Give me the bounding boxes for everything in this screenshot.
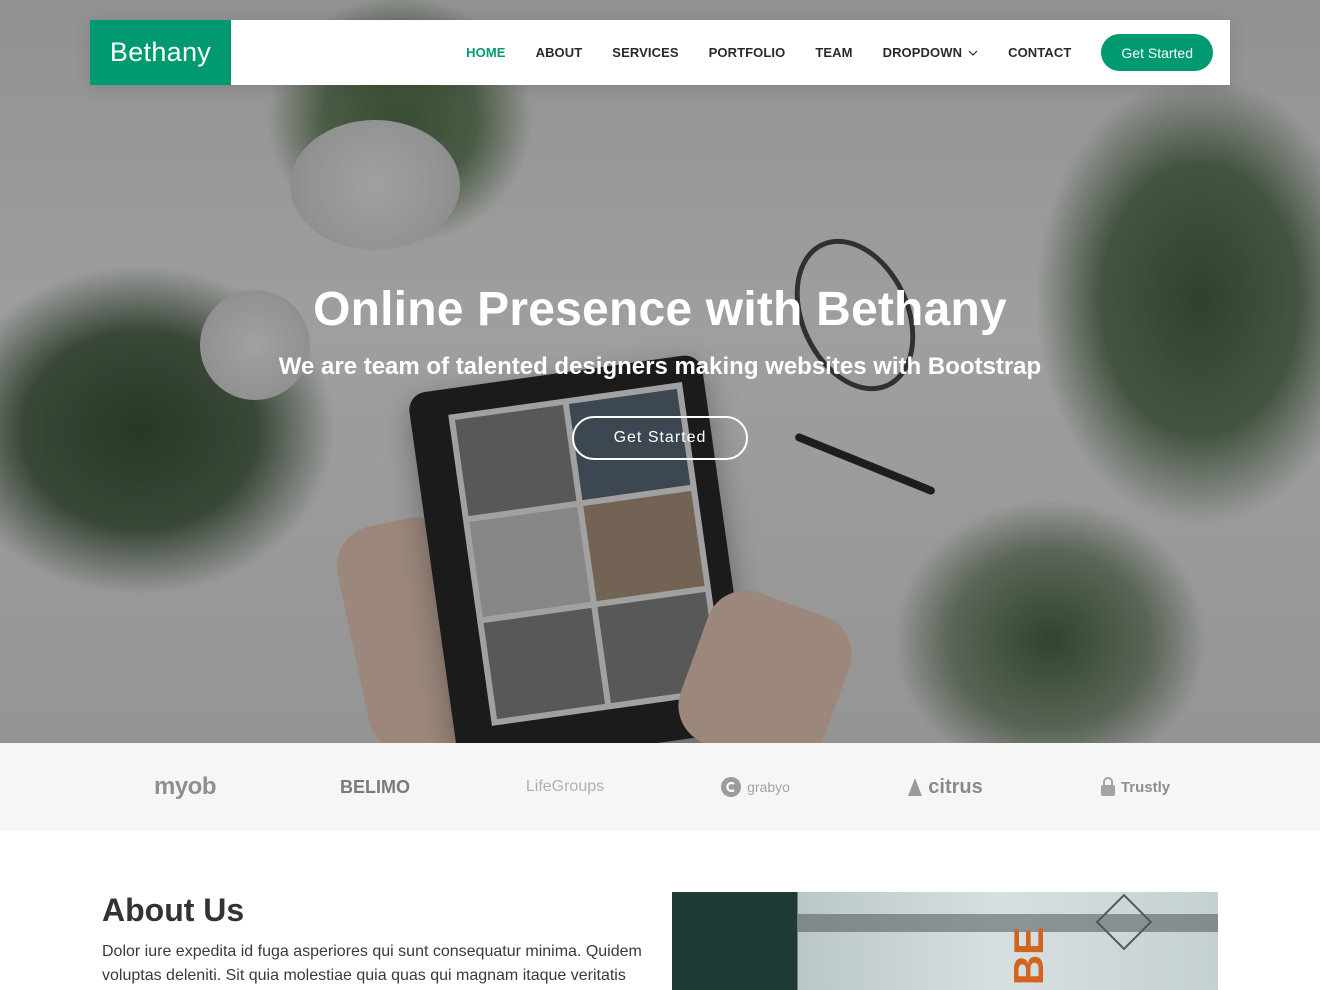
site-header: Bethany HOME ABOUT SERVICES PORTFOLIO TE…	[90, 20, 1230, 85]
about-image: BE	[672, 892, 1218, 990]
hero-subtitle: We are team of talented designers making…	[278, 353, 1042, 380]
about-text: Dolor iure expedita id fuga asperiores q…	[102, 943, 642, 984]
client-logo-lifegroups[interactable]: LifeGroups	[470, 762, 660, 812]
client-logo-text: BELIMO	[340, 776, 410, 797]
client-logo-text: citrus	[928, 775, 983, 798]
citrus-icon	[907, 776, 923, 798]
chevron-down-icon	[968, 50, 978, 56]
client-logo-belimo[interactable]: BELIMO	[280, 762, 470, 812]
lock-icon	[1100, 777, 1116, 797]
storefront-sign-graphic: BE	[1005, 926, 1053, 986]
nav-item-home[interactable]: HOME	[466, 45, 505, 60]
client-logo-grabyo[interactable]: grabyo	[660, 762, 850, 812]
header-get-started-button[interactable]: Get Started	[1101, 34, 1213, 71]
client-logo-text: Trustly	[1120, 778, 1171, 796]
pendant-lamp-image	[1095, 893, 1153, 951]
clients-section: myob BELIMO LifeGroups grabyo citrus Tru…	[0, 743, 1320, 831]
nav-item-about[interactable]: ABOUT	[536, 45, 583, 60]
nav-item-team[interactable]: TEAM	[815, 45, 852, 60]
client-logo-myob[interactable]: myob	[90, 762, 280, 812]
about-title: About Us	[102, 892, 245, 928]
hero-get-started-button[interactable]: Get Started	[572, 416, 748, 460]
grabyo-icon	[720, 776, 742, 798]
site-logo[interactable]: Bethany	[90, 20, 231, 85]
nav-item-contact[interactable]: CONTACT	[1008, 45, 1071, 60]
nav-item-dropdown[interactable]: DROPDOWN	[883, 45, 979, 60]
client-logo-text: myob	[153, 773, 217, 800]
client-logo-text: grabyo	[747, 779, 790, 795]
hero-title: Online Presence with Bethany	[313, 283, 1007, 336]
client-logo-trustly[interactable]: Trustly	[1040, 762, 1230, 812]
main-nav: HOME ABOUT SERVICES PORTFOLIO TEAM DROPD…	[451, 20, 1230, 85]
nav-item-services[interactable]: SERVICES	[612, 45, 678, 60]
nav-item-portfolio[interactable]: PORTFOLIO	[709, 45, 786, 60]
client-logo-citrus[interactable]: citrus	[850, 762, 1040, 812]
client-logo-text: LifeGroups	[525, 778, 605, 795]
nav-item-dropdown-label: DROPDOWN	[882, 45, 963, 60]
